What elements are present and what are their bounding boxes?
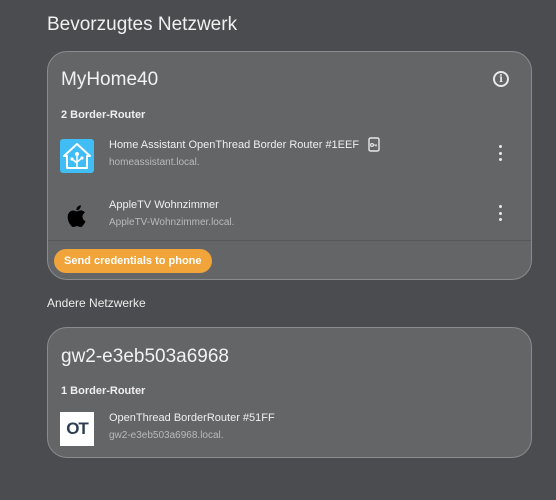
border-router-count: 2 Border-Router [61,109,146,121]
router-row: OT OpenThread BorderRouter #51FF gw2-e3e… [48,406,531,450]
router-host: homeassistant.local. [109,157,200,168]
router-name: AppleTV Wohnzimmer [109,199,219,211]
credentials-icon[interactable] [368,137,380,152]
router-row: AppleTV Wohnzimmer AppleTV-Wohnzimmer.lo… [48,193,531,237]
router-name: Home Assistant OpenThread Border Router … [109,139,360,151]
border-router-count: 1 Border-Router [61,385,146,397]
router-host: gw2-e3eb503a6968.local. [109,430,224,441]
openthread-logo-text: OT [66,419,89,438]
openthread-icon: OT [60,412,94,446]
router-name: OpenThread BorderRouter #51FF [109,412,275,424]
router-host: AppleTV-Wohnzimmer.local. [109,217,235,228]
router-row: Home Assistant OpenThread Border Router … [48,133,531,177]
preferred-network-card: MyHome40 i 2 Border-Router Home Assistan… [47,51,532,280]
other-network-card: gw2-e3eb503a6968 1 Border-Router OT Open… [47,327,532,458]
network-name: gw2-e3eb503a6968 [61,346,229,367]
more-options-icon[interactable] [497,205,503,221]
preferred-network-heading: Bevorzugtes Netzwerk [47,14,238,35]
apple-icon [67,205,86,227]
network-name: MyHome40 [61,69,159,90]
divider [48,240,531,241]
home-assistant-icon [60,139,94,173]
info-icon[interactable]: i [493,71,509,87]
send-credentials-button[interactable]: Send credentials to phone [54,249,212,273]
more-options-icon[interactable] [497,145,503,161]
other-networks-heading: Andere Netzwerke [47,296,146,310]
